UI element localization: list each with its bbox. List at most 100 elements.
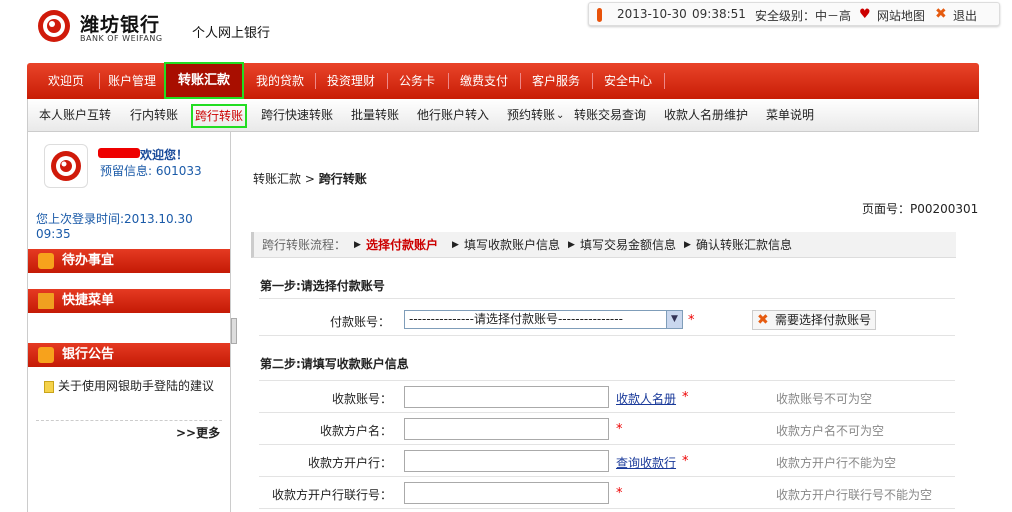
sub-nav: 本人账户互转 行内转账 跨行转账 跨行快速转账 批量转账 他行账户转入 预约转账… <box>27 99 979 132</box>
payee-bank-code-label: 收款方开户行联行号： <box>271 488 392 502</box>
document-icon <box>44 381 54 393</box>
breadcrumb-separator: > <box>304 172 319 186</box>
arrow-icon: ▶ <box>354 240 361 250</box>
flow-step-3: 填写交易金额信息 <box>580 238 677 252</box>
divider <box>259 380 955 381</box>
breadcrumb: 转账汇款 > 跨行转账 <box>253 170 367 187</box>
step2-title: 第二步:请填写收款账户信息 <box>260 357 409 371</box>
breadcrumb-current: 跨行转账 <box>318 172 367 186</box>
nav-welcome[interactable]: 欢迎页 <box>35 63 97 99</box>
chevron-down-icon[interactable]: ▼ <box>666 311 682 328</box>
sitemap-link[interactable]: 网站地图 <box>877 7 925 24</box>
subnav-transfer-query[interactable]: 转账交易查询 <box>574 99 646 132</box>
rss-icon <box>38 347 54 363</box>
subnav-fast-interbank[interactable]: 跨行快速转账 <box>261 99 333 132</box>
required-mark: * <box>616 422 623 437</box>
nav-security-center[interactable]: 安全中心 <box>595 63 661 99</box>
pay-account-value: ---------------请选择付款账号--------------- <box>409 312 623 326</box>
welcome-text: 欢迎您！ <box>140 148 189 162</box>
payee-name-input[interactable] <box>404 418 609 440</box>
notice-label: 银行公告 <box>62 347 115 362</box>
todo-label: 待办事宜 <box>62 253 115 268</box>
bank-logo-icon <box>51 151 81 181</box>
pay-account-hint: ✖ 需要选择付款账号 <box>752 310 876 330</box>
payee-bank-input[interactable] <box>404 450 609 472</box>
rss-icon <box>38 253 54 269</box>
arrow-icon: ▶ <box>684 240 691 250</box>
required-mark: * <box>688 313 695 328</box>
subnav-scheduled-transfer[interactable]: 预约转账 <box>507 99 555 132</box>
process-flow: 跨行转账流程： ▶ 选择付款账户 ▶ 填写收款账户信息 ▶ 填写交易金额信息 ▶… <box>251 232 956 258</box>
arrow-icon: ▶ <box>568 240 575 250</box>
notice-item[interactable]: 关于使用网银助手登陆的建议 <box>44 379 224 394</box>
sidebar-collapse-handle[interactable] <box>231 318 237 344</box>
required-mark: * <box>682 390 689 405</box>
subnav-menu-help[interactable]: 菜单说明 <box>766 99 814 132</box>
site-subtitle: 个人网上银行 <box>192 26 271 41</box>
nav-transfer[interactable]: 转账汇款 <box>164 62 244 99</box>
payee-name-hint: 收款方户名不可为空 <box>776 424 885 438</box>
nav-loans[interactable]: 我的贷款 <box>249 63 311 99</box>
app-root: { "header":{ "bank_name":"潍坊银行", "bank_e… <box>0 0 1012 512</box>
subnav-batch-transfer[interactable]: 批量转账 <box>351 99 399 132</box>
subnav-own-transfer[interactable]: 本人账户互转 <box>39 99 111 132</box>
divider <box>259 508 955 509</box>
flow-label: 跨行转账流程： <box>262 238 347 252</box>
reserved-info: 预留信息: 601033 <box>100 164 202 178</box>
nav-customer-service[interactable]: 客户服务 <box>523 63 589 99</box>
pay-account-hint-text: 需要选择付款账号 <box>775 313 872 327</box>
shortcut-panel-header[interactable]: 快捷菜单 <box>28 289 230 313</box>
bank-name: 潍坊银行 <box>80 14 161 36</box>
error-icon: ✖ <box>757 312 769 328</box>
last-login-time: 您上次登录时间:2013.10.30 09:35 <box>36 212 193 241</box>
menu-icon <box>38 293 54 309</box>
payee-account-hint: 收款账号不可为空 <box>776 392 873 406</box>
bank-logo: 潍坊银行 BANK OF WEIFANG 个人网上银行 <box>36 8 286 46</box>
main-nav: 欢迎页 账户管理 转账汇款 我的贷款 投资理财 公务卡 缴费支付 客户服务 安全… <box>27 62 979 99</box>
payee-account-label: 收款账号： <box>331 392 392 406</box>
divider <box>259 335 955 336</box>
query-bank-link[interactable]: 查询收款行 <box>616 454 676 471</box>
top-info-bar: 2013-10-30 09:38:51 安全级别：中－高 ♥ 网站地图 ✖ 退出 <box>588 2 1000 26</box>
flow-step-1: 选择付款账户 <box>366 238 439 252</box>
bank-name-en: BANK OF WEIFANG <box>80 34 163 43</box>
pay-account-select[interactable]: ---------------请选择付款账号--------------- ▼ <box>404 310 683 329</box>
notice-panel-header[interactable]: 银行公告 <box>28 343 230 367</box>
subnav-other-bank-in[interactable]: 他行账户转入 <box>417 99 489 132</box>
todo-panel-header[interactable]: 待办事宜 <box>28 249 230 273</box>
flow-step-2: 填写收款账户信息 <box>464 238 561 252</box>
nav-account-management[interactable]: 账户管理 <box>101 63 163 99</box>
payee-bank-code-input[interactable] <box>404 482 609 504</box>
shortcut-label: 快捷菜单 <box>62 293 115 308</box>
sitemap-icon: ♥ <box>859 7 871 22</box>
current-time: 09:38:51 <box>692 7 746 21</box>
nav-official-card[interactable]: 公务卡 <box>389 63 445 99</box>
payee-list-link[interactable]: 收款人名册 <box>616 390 676 407</box>
logout-link[interactable]: 退出 <box>953 7 977 24</box>
flow-step-4: 确认转账汇款信息 <box>696 238 793 252</box>
chevron-down-icon: ⌄ <box>556 110 565 121</box>
thermometer-icon <box>597 8 602 22</box>
divider <box>259 412 955 413</box>
required-mark: * <box>682 454 689 469</box>
more-link[interactable]: >>更多 <box>176 424 220 441</box>
payee-name-label: 收款方户名： <box>319 424 392 438</box>
current-date: 2013-10-30 <box>617 7 687 21</box>
nav-investment[interactable]: 投资理财 <box>319 63 383 99</box>
subnav-interbank-transfer[interactable]: 跨行转账 <box>191 104 247 128</box>
arrow-icon: ▶ <box>452 240 459 250</box>
logout-icon: ✖ <box>935 6 947 22</box>
divider <box>36 420 222 421</box>
breadcrumb-parent[interactable]: 转账汇款 <box>253 172 301 186</box>
subnav-intrabank-transfer[interactable]: 行内转账 <box>130 99 178 132</box>
payee-bank-code-hint: 收款方开户行联行号不能为空 <box>776 488 933 502</box>
page-number: 页面号：P00200301 <box>862 202 979 216</box>
payee-bank-label: 收款方开户行： <box>307 456 392 470</box>
avatar <box>44 144 88 188</box>
payee-bank-hint: 收款方开户行不能为空 <box>776 456 897 470</box>
payee-account-input[interactable] <box>404 386 609 408</box>
subnav-payee-maintenance[interactable]: 收款人名册维护 <box>664 99 748 132</box>
nav-payments[interactable]: 缴费支付 <box>451 63 517 99</box>
bank-logo-icon <box>38 10 70 42</box>
divider <box>259 298 955 299</box>
